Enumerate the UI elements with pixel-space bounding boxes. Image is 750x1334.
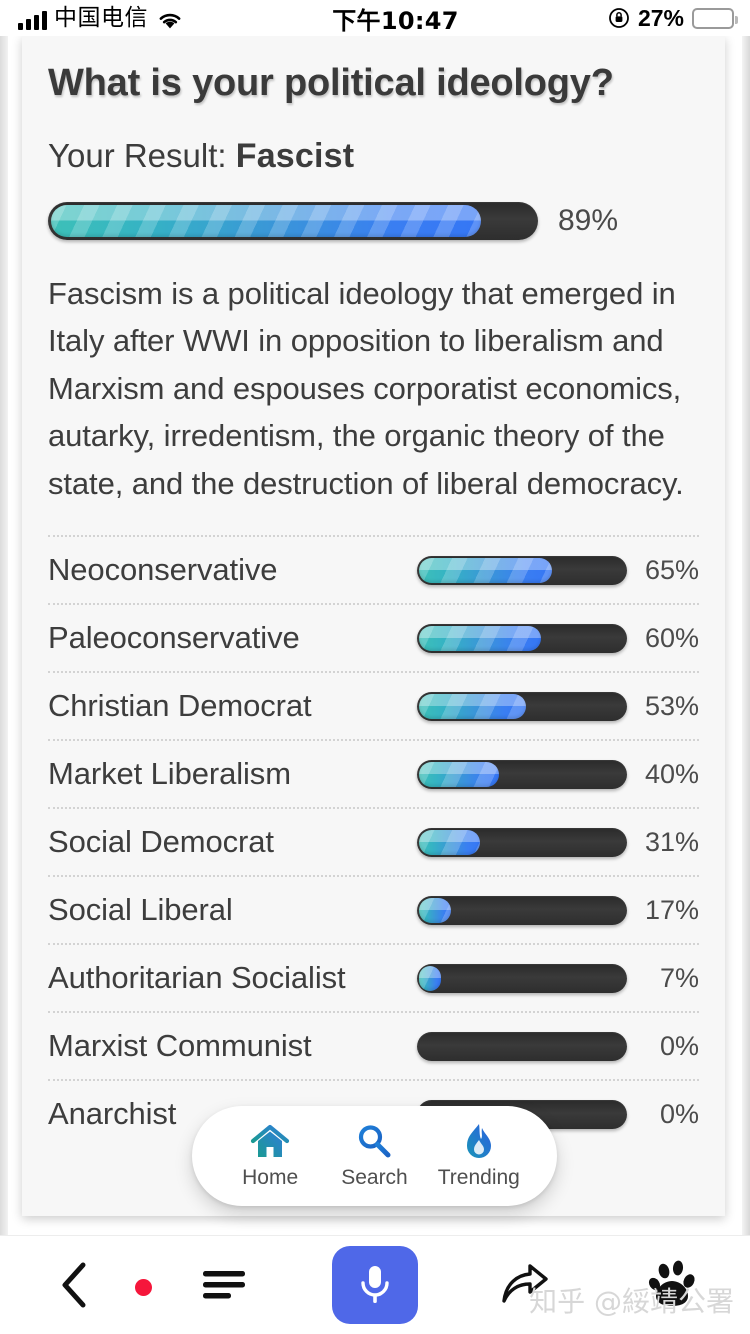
result-row-progress-fill bbox=[419, 965, 441, 991]
your-result-value: Fascist bbox=[235, 137, 355, 175]
rotation-lock-icon bbox=[608, 7, 630, 29]
result-row-percent: 65% bbox=[644, 554, 699, 585]
signal-bars-icon bbox=[18, 10, 47, 30]
your-result-prefix: Your Result: bbox=[48, 137, 236, 174]
result-row-label: Social Democrat bbox=[48, 824, 274, 860]
nav-item-home[interactable]: Home bbox=[224, 1123, 316, 1190]
page-left-edge bbox=[0, 36, 8, 1235]
result-row-percent: 17% bbox=[644, 894, 699, 925]
ideology-description: Fascism is a political ideology that eme… bbox=[48, 276, 684, 501]
status-bar-left: 中国电信 bbox=[0, 4, 183, 31]
nav-item-search[interactable]: Search bbox=[328, 1123, 420, 1190]
result-row-progress-fill bbox=[419, 693, 527, 719]
result-row-progress-fill bbox=[419, 897, 451, 923]
back-chevron-icon bbox=[62, 1262, 86, 1308]
result-row-percent: 53% bbox=[644, 690, 699, 721]
nav-item-label: Home bbox=[242, 1165, 299, 1189]
battery-percent-label: 27% bbox=[637, 4, 684, 31]
result-row: Market Liberalism 40% bbox=[48, 739, 699, 807]
primary-progress-bar bbox=[48, 202, 538, 240]
result-row-label: Christian Democrat bbox=[48, 688, 312, 724]
result-row: Social Democrat 31% bbox=[48, 807, 699, 875]
battery-icon bbox=[692, 7, 738, 29]
result-row-percent: 40% bbox=[644, 758, 699, 789]
result-row-percent: 0% bbox=[659, 1030, 699, 1061]
result-row-progress-bar bbox=[417, 1031, 627, 1061]
microphone-icon bbox=[361, 1266, 389, 1303]
page-right-edge bbox=[742, 36, 750, 1235]
menu-lines-icon bbox=[203, 1271, 245, 1299]
result-row: Christian Democrat 53% bbox=[48, 671, 699, 739]
result-row-label: Paleoconservative bbox=[48, 620, 300, 656]
web-page-viewport: What is your political ideology? Your Re… bbox=[0, 36, 750, 1235]
page-title: What is your political ideology? bbox=[48, 62, 614, 104]
result-row-progress-bar bbox=[417, 555, 627, 585]
your-result-line: Your Result: Fascist bbox=[48, 137, 699, 176]
result-row-progress-bar bbox=[417, 759, 627, 789]
result-row-label: Social Liberal bbox=[48, 892, 233, 928]
result-row-progress-bar bbox=[417, 623, 627, 653]
result-row-percent: 7% bbox=[659, 962, 699, 993]
result-row-label: Marxist Communist bbox=[48, 1028, 312, 1064]
share-button[interactable] bbox=[450, 1261, 600, 1309]
menu-button[interactable] bbox=[135, 1263, 300, 1307]
carrier-label: 中国电信 bbox=[54, 4, 148, 31]
share-arrow-icon bbox=[502, 1264, 548, 1303]
result-row-progress-fill bbox=[419, 625, 541, 651]
result-row-progress-bar bbox=[417, 895, 627, 925]
result-row-progress-fill bbox=[419, 761, 499, 787]
result-row-label: Market Liberalism bbox=[48, 756, 291, 792]
mic-button-surface[interactable] bbox=[332, 1246, 418, 1324]
result-row-percent: 0% bbox=[659, 1098, 699, 1129]
home-icon bbox=[250, 1123, 290, 1161]
result-row: Neoconservative 65% bbox=[48, 535, 699, 603]
result-row-label: Neoconservative bbox=[48, 552, 278, 588]
result-row-percent: 31% bbox=[644, 826, 699, 857]
result-row-label: Authoritarian Socialist bbox=[48, 960, 346, 996]
result-row: Paleoconservative 60% bbox=[48, 603, 699, 671]
result-row: Authoritarian Socialist 7% bbox=[48, 943, 699, 1011]
flame-icon bbox=[459, 1123, 499, 1161]
result-row-percent: 60% bbox=[644, 622, 699, 653]
voice-search-button[interactable] bbox=[300, 1246, 450, 1324]
results-list: Neoconservative 65% Paleoconservative 60% Ch… bbox=[48, 535, 699, 1147]
floating-bottom-nav[interactable]: Home Search Trending bbox=[192, 1106, 557, 1206]
status-bar-right: 27% bbox=[608, 5, 750, 32]
result-row-progress-fill bbox=[419, 829, 481, 855]
primary-result-bar-row: 89% bbox=[48, 202, 699, 240]
search-icon bbox=[354, 1123, 394, 1161]
result-row-progress-bar bbox=[417, 963, 627, 993]
result-row: Social Liberal 17% bbox=[48, 875, 699, 943]
result-row: Marxist Communist 0% bbox=[48, 1011, 699, 1079]
status-bar: 中国电信 下午10:47 27% bbox=[0, 0, 750, 36]
menu-notification-badge bbox=[135, 1279, 152, 1296]
result-row-progress-bar bbox=[417, 827, 627, 857]
baidu-paw-icon bbox=[648, 1260, 695, 1306]
browser-toolbar: 知乎 @綏靖公署 bbox=[0, 1235, 750, 1334]
quiz-result-card: What is your political ideology? Your Re… bbox=[22, 36, 725, 1216]
primary-progress-fill bbox=[51, 205, 482, 237]
account-button[interactable] bbox=[600, 1259, 750, 1311]
nav-item-label: Trending bbox=[437, 1165, 520, 1189]
result-row-progress-fill bbox=[419, 557, 552, 583]
status-bar-clock: 下午10:47 bbox=[332, 6, 459, 35]
primary-progress-percent: 89% bbox=[558, 204, 619, 237]
nav-item-label: Search bbox=[341, 1165, 408, 1189]
wifi-icon bbox=[157, 11, 183, 30]
result-row-progress-bar bbox=[417, 691, 627, 721]
back-button[interactable] bbox=[0, 1259, 150, 1311]
nav-item-trending[interactable]: Trending bbox=[433, 1123, 525, 1190]
